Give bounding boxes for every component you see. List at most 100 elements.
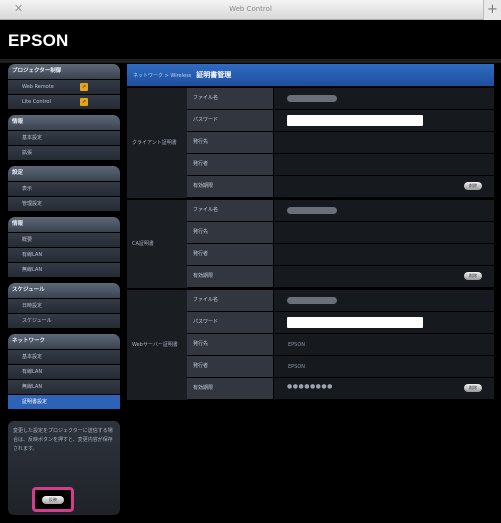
field-value [274,222,494,243]
field-row: パスワード [187,312,494,333]
sidebar-group: プロジェクター制御 Web Remote ⇗ Lite Control ⇗ [8,64,120,109]
sidebar-item[interactable]: 有線LAN [8,365,120,379]
field-value [274,88,494,109]
field-value: EPSON [274,334,494,355]
sidebar-item-label: 日時設定 [22,303,43,309]
main-panel: ネットワーク > Wireless 証明書管理 クライアント証明書 ファイル名 パス… [127,64,494,419]
field-row: 発行者 EPSON [187,356,494,377]
field-label: 発行者 [187,356,273,377]
sidebar-item-label: Web Remote [22,84,54,90]
sidebar-group: 設定 表示管理設定 [8,166,120,211]
field-value [274,290,494,311]
field-row: 有効期限 削除 [187,266,494,287]
field-row: 発行先 EPSON [187,334,494,355]
field-row: 有効期限 削除 [187,176,494,197]
sidebar-group-heading: スケジュール [8,283,120,298]
sidebar-group-heading: ネットワーク [8,334,120,349]
header-divider [0,59,501,63]
sidebar-item-label: 概要 [22,237,33,243]
sidebar-item[interactable]: 証明書設定 [8,395,120,409]
sidebar-group: 情報 基本設定拡張 [8,115,120,160]
section-label: クライアント証明書 [127,88,187,198]
sidebar-item[interactable]: 拡張 [8,146,120,160]
sidebar-item[interactable]: 日時設定 [8,299,120,313]
sidebar-group-heading: 情報 [8,217,120,232]
sidebar-item[interactable]: 有線LAN [8,248,120,262]
sidebar: プロジェクター制御 Web Remote ⇗ Lite Control ⇗ 情報 基本設定拡… [8,64,120,523]
sidebar-item-label: 基本設定 [22,354,43,360]
field-label: 発行先 [187,334,273,355]
field-row: 発行先 [187,132,494,153]
sidebar-item-label: 管理設定 [22,201,43,207]
field-text: EPSON [288,364,306,370]
apply-note-panel: 変更した設定をプロジェクターに送信する場合は、反映ボタンを押すと、変更内容が保存… [8,421,120,515]
apply-button[interactable]: 反映 [42,496,64,504]
page-titlebar: ネットワーク > Wireless 証明書管理 [127,64,494,86]
sidebar-item-label: 無線LAN [22,384,43,390]
sidebar-item[interactable]: 基本設定 [8,350,120,364]
sidebar-item[interactable]: 管理設定 [8,197,120,211]
delete-button[interactable]: 削除 [464,182,482,190]
field-row: 発行先 [187,222,494,243]
sidebar-item-label: 拡張 [22,150,33,156]
sidebar-item-label: Lite Control [22,99,51,105]
section-rows: ファイル名 パスワード 発行先 発行者 有効期限 削除 [187,88,494,198]
field-label: 発行先 [187,132,273,153]
field-row: 有効期限 ●●●●●●●● 削除 [187,378,494,399]
field-row: ファイル名 [187,200,494,221]
field-label: 有効期限 [187,266,273,287]
app-header: EPSON [0,20,501,59]
field-label: 有効期限 [187,176,273,197]
field-label: パスワード [187,312,273,333]
sidebar-item[interactable]: 無線LAN [8,380,120,394]
section-rows: ファイル名 パスワード 発行先 EPSON 発行者 EPSON 有効期限 ●●●●●●●● 削除 [187,290,494,400]
external-link-icon: ⇗ [80,83,88,91]
sidebar-item-label: 証明書設定 [22,399,48,405]
field-row: ファイル名 [187,88,494,109]
new-tab-icon[interactable]: + [483,0,501,20]
file-select-button[interactable] [287,297,337,304]
field-label: パスワード [187,110,273,131]
browser-chrome: ✕ Web Control + [0,0,501,20]
file-select-button[interactable] [287,207,337,214]
password-input[interactable] [287,317,423,328]
field-value [274,154,494,175]
field-value: 削除 [274,176,494,197]
sidebar-group-heading: 情報 [8,115,120,130]
sidebar-item[interactable]: 無線LAN [8,263,120,277]
field-label: ファイル名 [187,200,273,221]
sidebar-item-label: スケジュール [22,318,52,324]
sidebar-item[interactable]: 概要 [8,233,120,247]
password-input[interactable] [287,115,423,126]
breadcrumb[interactable]: ネットワーク > Wireless [133,73,191,79]
field-value [274,132,494,153]
field-row: パスワード [187,110,494,131]
page-title: 証明書管理 [196,71,232,79]
sidebar-item[interactable]: 表示 [8,182,120,196]
field-value [274,244,494,265]
epson-logo: EPSON [8,31,69,50]
sidebar-item[interactable]: スケジュール [8,314,120,328]
file-select-button[interactable] [287,95,337,102]
certificate-section: CA証明書 ファイル名 発行先 発行者 有効期限 削除 [127,200,494,288]
delete-button[interactable]: 削除 [464,384,482,392]
sidebar-item[interactable]: Lite Control ⇗ [8,95,120,109]
sidebar-item-label: 有線LAN [22,369,43,375]
apply-note-text: 変更した設定をプロジェクターに送信する場合は、反映ボタンを押すと、変更内容が保存… [13,428,113,452]
sidebar-item[interactable]: Web Remote ⇗ [8,80,120,94]
sidebar-group-heading: 設定 [8,166,120,181]
field-row: 発行者 [187,244,494,265]
sidebar-item-label: 有線LAN [22,252,43,258]
sidebar-item-label: 無線LAN [22,267,43,273]
field-value: 削除 [274,266,494,287]
sidebar-item[interactable]: 基本設定 [8,131,120,145]
field-value: EPSON [274,356,494,377]
field-value [274,200,494,221]
field-text: ●●●●●●●● [287,383,333,390]
external-link-icon: ⇗ [80,98,88,106]
certificate-section: Webサーバー証明書 ファイル名 パスワード 発行先 EPSON 発行者 EPSON 有効期限… [127,290,494,400]
delete-button[interactable]: 削除 [464,272,482,280]
field-row: ファイル名 [187,290,494,311]
field-value [274,312,494,333]
sidebar-group: 情報概要有線LAN 無線LAN [8,217,120,277]
